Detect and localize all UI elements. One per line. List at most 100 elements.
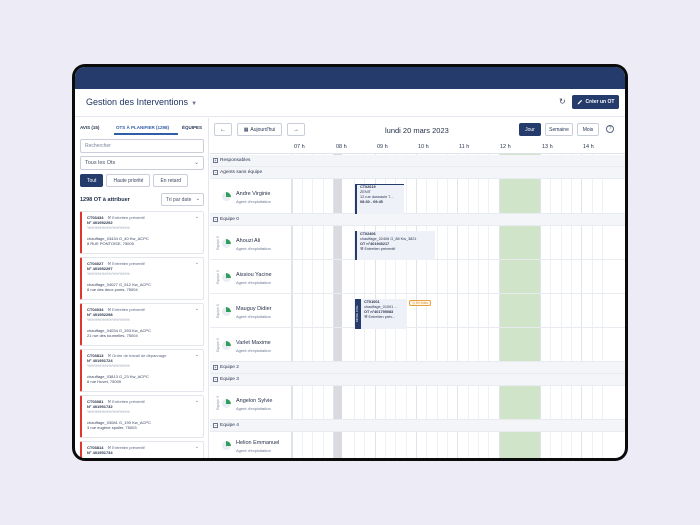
search-input[interactable]: Rechercher — [80, 139, 204, 153]
ot-card[interactable]: CT03813 ⚒ Ordre de travail de dépannage N… — [80, 349, 204, 392]
chevron-down-icon[interactable]: ⌄ — [195, 398, 199, 404]
collapse-icon[interactable]: − — [213, 377, 218, 382]
resource-row: Andre Virginie Agent d'exploitation — [210, 179, 625, 214]
group-row-responsables[interactable]: + Responsables — [210, 155, 625, 167]
view-mois-button[interactable]: Mois — [577, 123, 599, 136]
ot-card[interactable]: CT04034 ⚒ Entretien préventif N° 40195229… — [80, 303, 204, 346]
resource-role: Agent d'exploitation — [236, 246, 271, 251]
event-card[interactable]: MODE FIXE CT01001 chauffage_01001 ... OT… — [355, 299, 407, 329]
collapse-icon[interactable]: − — [213, 423, 218, 428]
event-time: 08:30 - 09:45 — [360, 200, 383, 204]
sort-select[interactable]: Tri par date ⌄ — [161, 193, 204, 206]
resource-role: Agent d'exploitation — [236, 199, 271, 204]
tab-ots-a-planifier[interactable]: OTS À PLANIFIER (1298) — [116, 125, 169, 130]
event-accent — [357, 184, 404, 185]
view-jour-button[interactable]: Jour — [519, 123, 541, 136]
planning-panel: ← ▦ Aujourd'hui → lundi 20 mars 2023 Jou… — [210, 118, 625, 458]
hour-label: 09 h — [377, 144, 388, 150]
chip-en-retard[interactable]: En retard — [153, 174, 189, 187]
planning-grid: 07 h 08 h 09 h 10 h 11 h 12 h 13 h 14 h — [210, 142, 625, 458]
app-screen: Gestion des Interventions ▼ ↻ Créer un OT… — [75, 67, 625, 458]
ot-card[interactable]: CT04027 ⚒ Entretien préventif N° 40195229… — [80, 257, 204, 300]
hour-label: 14 h — [583, 144, 594, 150]
card-type: ⚒ Entretien préventif — [107, 307, 145, 312]
card-type: ⚒ Entretien préventif — [107, 215, 145, 220]
resource-name: Mauguy Didier — [236, 306, 272, 312]
group-row-equipe2[interactable]: + Equipe 2 — [210, 362, 625, 374]
chevron-down-icon: ⌄ — [195, 196, 200, 202]
resource-cell[interactable]: Equipe 0 Ahouzi Ali Agent d'exploitation — [210, 226, 292, 260]
refresh-icon[interactable]: ↻ — [559, 97, 566, 106]
ot-count: 1298 OT à attribuer — [80, 197, 130, 203]
chevron-down-icon[interactable]: ⌄ — [195, 214, 199, 220]
resource-cell[interactable]: Andre Virginie Agent d'exploitation — [210, 179, 292, 214]
today-button[interactable]: ▦ Aujourd'hui — [237, 123, 282, 136]
top-bar — [75, 67, 625, 89]
team-tag: Equipe 0 — [215, 338, 220, 352]
hour-label: 08 h — [336, 144, 347, 150]
group-row-equipe3[interactable]: − Equipe 3 — [210, 374, 625, 386]
resource-row: Equipe 0 Aissiou Yacine Agent d'exploita… — [210, 260, 625, 294]
team-tag: Equipe 0 — [215, 304, 220, 318]
help-icon[interactable]: ? — [606, 125, 614, 133]
team-tag: Equipe 3 — [215, 396, 220, 410]
resource-cell[interactable]: Equipe 0 Varlet Maxime Agent d'exploitat… — [210, 328, 292, 362]
event-card[interactable]: CT02406 chauffage_02406 G_88 Kw_3821 OT … — [355, 231, 435, 260]
group-row-equipe4[interactable]: − Equipe 4 — [210, 420, 625, 432]
next-day-button[interactable]: → — [287, 123, 305, 136]
group-row-equipe0[interactable]: − Equipe 0 — [210, 214, 625, 226]
resource-role: Agent d'exploitation — [236, 280, 271, 285]
ot-card[interactable]: CT03814 ⚒ Entretien préventif N° 40195173… — [80, 441, 204, 458]
card-type: ⚒ Entretien préventif — [107, 445, 145, 450]
card-type-label: Entretien préventif — [112, 261, 145, 266]
status-badge-label: En frais — [416, 301, 428, 305]
chevron-down-icon[interactable]: ⌄ — [195, 260, 199, 266]
chip-tout[interactable]: Tout — [80, 174, 104, 187]
hour-label: 10 h — [418, 144, 429, 150]
resource-name: Ahouzi Ali — [236, 238, 261, 244]
app-header: Gestion des Interventions ▼ ↻ Créer un OT — [75, 89, 625, 117]
tab-avis[interactable]: AVIS (15) — [80, 125, 99, 130]
avatar — [222, 273, 231, 282]
hour-label: 11 h — [459, 144, 470, 150]
resource-cell[interactable]: Equipe 0 Mauguy Didier Agent d'exploitat… — [210, 294, 292, 328]
ot-card[interactable]: CT03081 ⚒ Entretien préventif N° 40195173… — [80, 395, 204, 438]
card-number: N° 401951734 — [87, 450, 113, 456]
card-address: 8 RUE PONTOISE, 75005 — [87, 240, 134, 246]
view-semaine-button[interactable]: Semaine — [545, 123, 573, 136]
resource-row: Helion Emmanuel Agent d'exploitation — [210, 432, 625, 458]
group-label: Equipe 3 — [220, 377, 239, 382]
card-type-label: Ordre de travail de dépannage — [112, 353, 167, 358]
resource-cell[interactable]: Helion Emmanuel Agent d'exploitation — [210, 432, 292, 458]
group-label: Agents sans équipe — [220, 170, 263, 175]
collapse-icon[interactable]: − — [213, 170, 218, 175]
card-type: ⚒ Ordre de travail de dépannage — [107, 353, 167, 358]
resource-cell[interactable]: Equipe 3 Angelon Sylvie Agent d'exploita… — [210, 386, 292, 420]
filter-select[interactable]: Tous les Ots ⌄ — [80, 156, 204, 170]
tab-equipes[interactable]: ÉQUIPES — [182, 125, 202, 130]
event-card[interactable]: CT02619 ZENIT 12 rue duseaule 7... 08:30… — [355, 184, 404, 214]
hour-header: 07 h 08 h 09 h 10 h 11 h 12 h 13 h 14 h — [210, 142, 625, 154]
resource-role: Agent d'exploitation — [236, 406, 271, 411]
avatar — [222, 192, 231, 201]
group-label: Equipe 2 — [220, 365, 239, 370]
chevron-down-icon[interactable]: ⌄ — [195, 352, 199, 358]
create-ot-button[interactable]: Créer un OT — [572, 95, 619, 109]
avatar — [222, 239, 231, 248]
expand-icon[interactable]: + — [213, 365, 218, 370]
resource-cell[interactable]: Equipe 0 Aissiou Yacine Agent d'exploita… — [210, 260, 292, 294]
chevron-down-icon[interactable]: ⌄ — [195, 444, 199, 450]
card-type-label: Entretien préventif — [112, 445, 145, 450]
app-title-dropdown[interactable]: Gestion des Interventions ▼ — [86, 97, 197, 107]
chip-haute-priorite[interactable]: Haute priorité — [106, 174, 151, 187]
pencil-icon — [577, 99, 582, 105]
group-row-agents-sans-equipe[interactable]: − Agents sans équipe — [210, 167, 625, 179]
expand-icon[interactable]: + — [213, 158, 218, 163]
card-type-label: Entretien préventif — [112, 399, 145, 404]
arrow-right-icon: → — [293, 126, 299, 133]
collapse-icon[interactable]: − — [213, 217, 218, 222]
chevron-down-icon[interactable]: ⌄ — [195, 306, 199, 312]
card-address: 3 rue eugène spuller, 75003 — [87, 424, 137, 430]
ot-card[interactable]: CT03434 ⚒ Entretien préventif N° 40195229… — [80, 211, 204, 254]
prev-day-button[interactable]: ← — [214, 123, 232, 136]
